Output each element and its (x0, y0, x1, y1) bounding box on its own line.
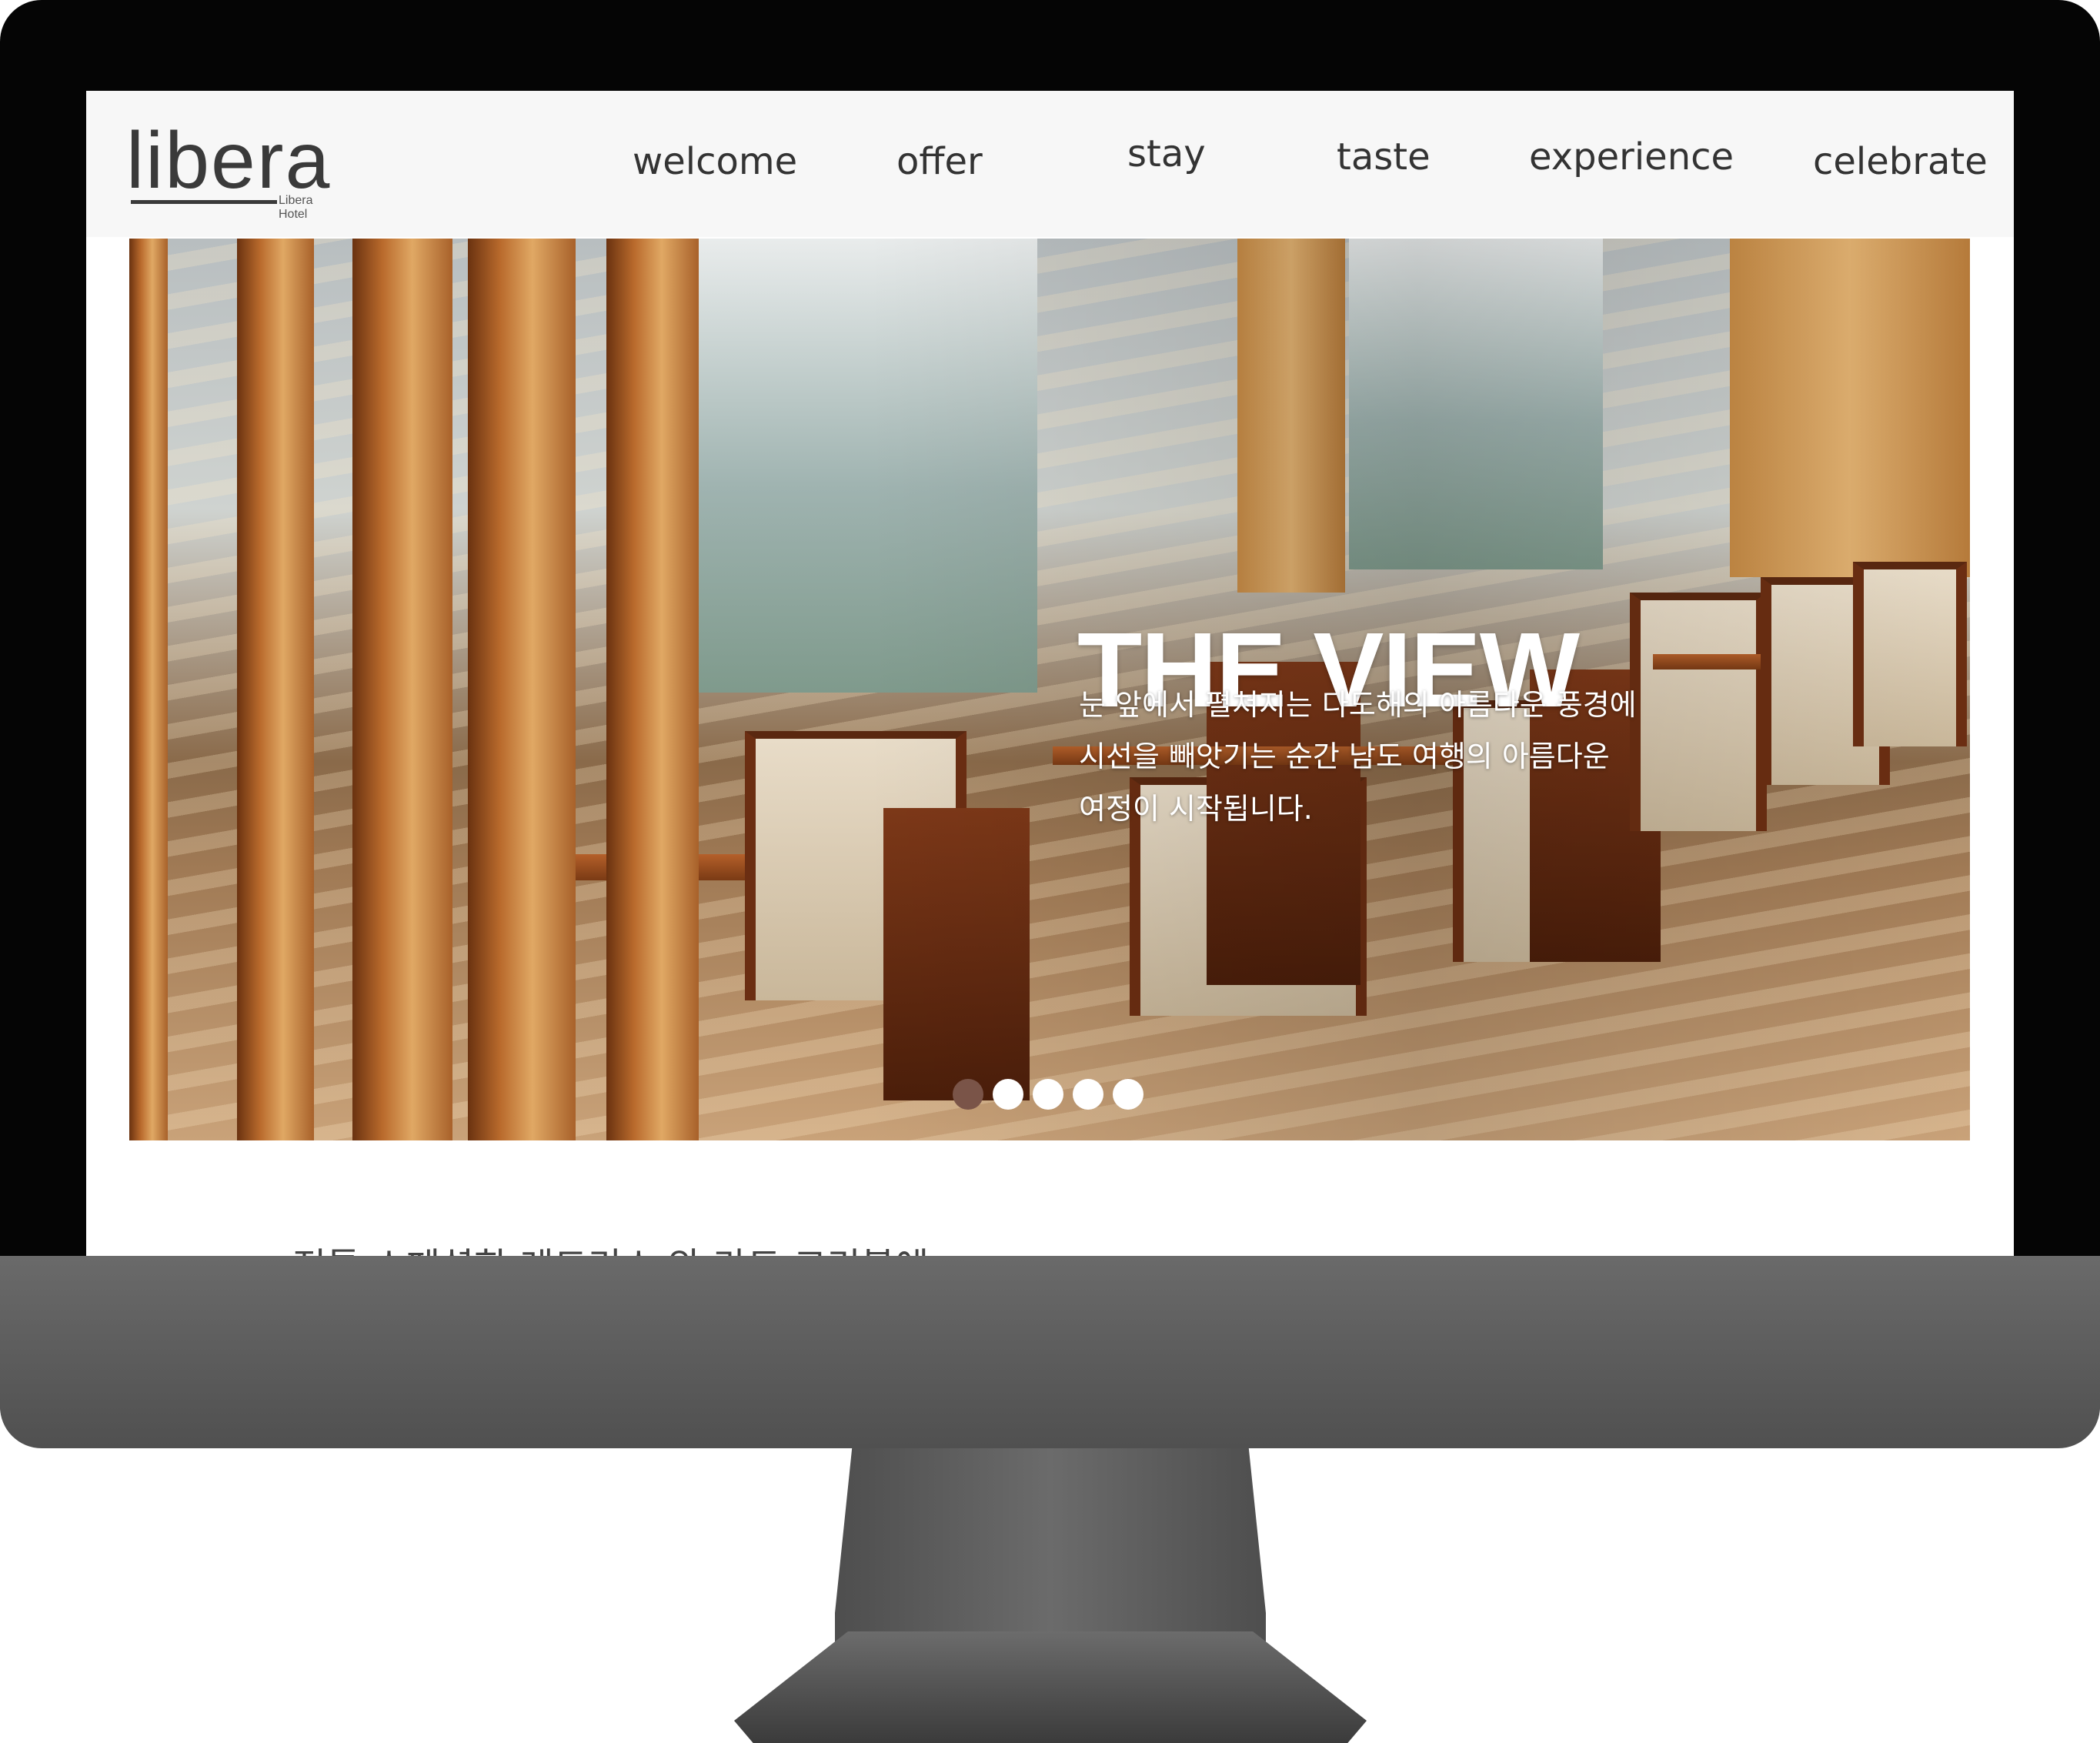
nav-item-offer[interactable]: offer (896, 140, 983, 183)
slide-dot-3[interactable] (1033, 1079, 1063, 1110)
nav-item-stay[interactable]: stay (1127, 132, 1206, 175)
monitor-chin (0, 1256, 2100, 1448)
slide-dot-2[interactable] (993, 1079, 1023, 1110)
hero-description-line: 눈 앞에서 펼쳐지는 다도해의 아름다운 풍경에 (1079, 688, 1637, 722)
slide-dot-1[interactable] (953, 1079, 983, 1110)
hero-description-line: 여정이 시작됩니다. (1079, 792, 1313, 826)
nav-item-celebrate[interactable]: celebrate (1813, 140, 1988, 183)
hero-slider: THE VIEW 눈 앞에서 펼쳐지는 다도해의 아름다운 풍경에 시선을 빼앗… (129, 239, 1970, 1140)
site-header: libera Libera Hotel welcome offer stay t… (86, 91, 2014, 237)
logo-underline (131, 200, 277, 204)
nav-item-taste[interactable]: taste (1337, 135, 1431, 179)
slide-dot-5[interactable] (1113, 1079, 1143, 1110)
hero-description-line: 시선을 빼앗기는 순간 남도 여행의 아름다운 (1079, 740, 1610, 773)
monitor-screen: libera Libera Hotel welcome offer stay t… (86, 91, 2014, 1256)
monitor-stand-base (734, 1631, 1367, 1743)
nav-item-welcome[interactable]: welcome (633, 140, 797, 183)
section-intro-text: 전통 스페셜한 레드리스 와 라도 크리블에 (292, 1236, 929, 1256)
slide-dot-4[interactable] (1073, 1079, 1103, 1110)
nav-item-experience[interactable]: experience (1529, 135, 1734, 179)
main-nav: welcome offer stay taste experience cele… (86, 132, 2014, 199)
hero-overlay (129, 239, 1970, 1140)
